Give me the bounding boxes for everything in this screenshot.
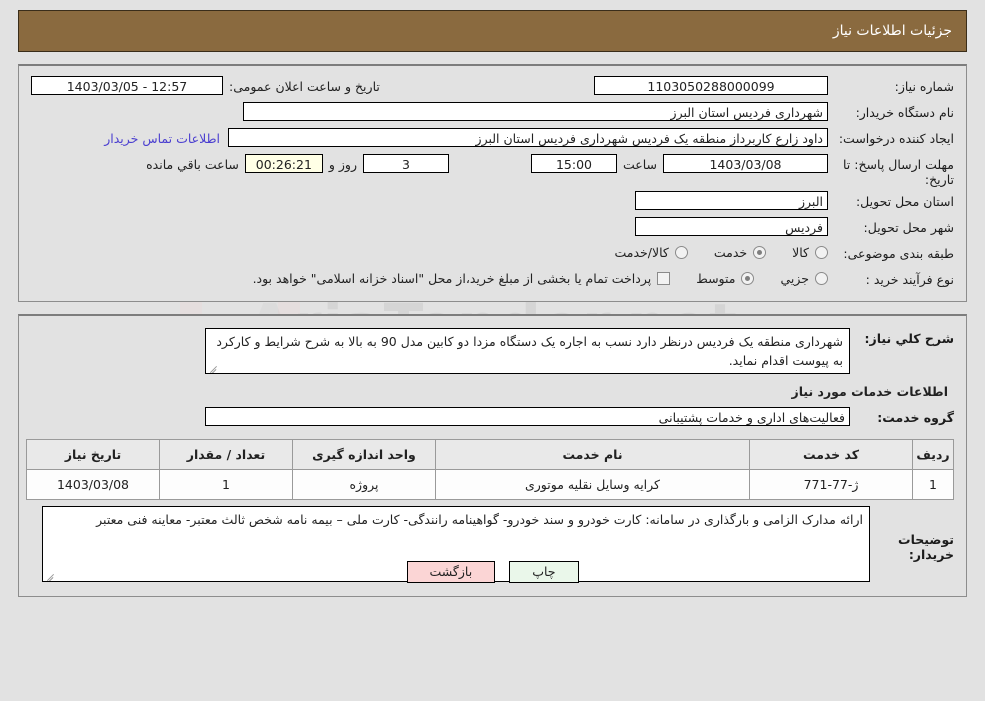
footer-actions: چاپ بازگشت [0,561,985,583]
row-creator: ایجاد کننده درخواست: داود زارع کاربرداز … [31,128,954,150]
checkbox-icon[interactable] [657,272,671,285]
process-option-motevaset[interactable]: متوسط [696,271,755,286]
remaining-time-value: 00:26:21 [244,154,323,173]
process-type-label: نوع فرآیند خرید : [865,272,954,287]
category-option-khedmat[interactable]: خدمت [713,245,767,260]
process-option-jozee[interactable]: جزیي [780,271,828,286]
services-table: ردیف کد خدمت نام خدمت واحد اندازه گیری ت… [26,439,954,500]
category-option-kala-khedmat[interactable]: کالا/خدمت [614,245,688,260]
creator-label: ایجاد کننده درخواست: [838,131,954,146]
th-radif: ردیف [912,439,954,470]
public-announce-value: 12:57 - 1403/03/05 [31,76,223,95]
cell-service-name: کرایه وسایل نقلیه موتوری [435,469,750,500]
resize-handle-icon[interactable] [208,362,218,372]
th-service-code: کد خدمت [749,439,913,470]
table-header-row: ردیف کد خدمت نام خدمت واحد اندازه گیری ت… [26,439,954,470]
city-value: فردیس [635,217,828,236]
cell-service-code: ژ-77-771 [749,469,913,500]
category-option-label: خدمت [713,245,748,260]
radio-icon[interactable] [815,272,828,285]
remaining-days-label: روز و [328,157,357,172]
print-button[interactable]: چاپ [509,561,579,583]
city-label: شهر محل تحویل: [863,220,954,235]
process-option-label: متوسط [696,271,736,286]
deadline-hour-value: 15:00 [530,154,617,173]
public-announce-label: تاریخ و ساعت اعلان عمومی: [229,79,380,94]
row-summary: شرح کلي نیاز: شهرداری منطقه یک فردیس درن… [31,328,954,374]
buyer-notes-label: توضیحات خریدار: [898,532,954,562]
buyer-contact-link[interactable]: اطلاعات تماس خریدار [96,128,228,149]
cell-quantity: 1 [159,469,293,500]
hour-label: ساعت [622,157,657,172]
cell-unit: پروژه [292,469,436,500]
treasury-checkbox-option[interactable]: پرداخت تمام یا بخشی از مبلغ خرید،از محل … [253,271,671,286]
treasury-checkbox-label: پرداخت تمام یا بخشی از مبلغ خرید،از محل … [252,271,652,286]
buyer-notes-text: ارائه مدارک الزامی و بارگذاری در سامانه:… [96,512,863,527]
row-deadline: مهلت ارسال پاسخ: تا تاریخ: 1403/03/08 سا… [31,154,954,187]
province-label: استان محل تحویل: [855,194,954,209]
row-category: طبقه بندی موضوعی: کالا خدمت کالا/خدمت [31,243,954,265]
page-root: جزئیات اطلاعات نیاز شماره نیاز: 11030502… [0,10,985,597]
summary-text: شهرداری منطقه یک فردیس درنظر دارد نسب به… [216,334,843,368]
buyer-org-value: شهرداری فردیس استان البرز [243,102,828,121]
need-number-value: 1103050288000099 [594,76,828,95]
summary-textarea[interactable]: شهرداری منطقه یک فردیس درنظر دارد نسب به… [205,328,850,374]
process-option-label: جزیي [780,271,809,286]
row-process-type: نوع فرآیند خرید : جزیي متوسط پرداخت تمام… [31,269,954,291]
th-unit: واحد اندازه گیری [292,439,436,470]
province-value: البرز [635,191,828,210]
cell-radif: 1 [912,469,954,500]
row-service-group: گروه خدمت: فعالیت‌های اداری و خدمات پشتی… [31,407,954,429]
category-label: طبقه بندی موضوعی: [843,246,954,261]
services-section-title: اطلاعات خدمات مورد نیاز [791,384,949,399]
buyer-org-label: نام دستگاه خریدار: [855,105,954,120]
th-service-name: نام خدمت [435,439,750,470]
service-group-label: گروه خدمت: [877,410,954,425]
deadline-date-value: 1403/03/08 [663,154,828,173]
cell-need-date: 1403/03/08 [26,469,160,500]
deadline-label: مهلت ارسال پاسخ: تا تاریخ: [843,157,954,187]
radio-icon[interactable] [815,246,828,259]
radio-selected-icon[interactable] [741,272,755,285]
service-group-value: فعالیت‌های اداری و خدمات پشتیبانی [205,407,850,426]
need-details-panel: شرح کلي نیاز: شهرداری منطقه یک فردیس درن… [18,314,967,597]
row-province: استان محل تحویل: البرز [31,191,954,213]
need-number-label: شماره نیاز: [894,79,954,94]
summary-label: شرح کلي نیاز: [864,331,954,346]
need-info-panel: شماره نیاز: 1103050288000099 تاریخ و ساع… [18,64,967,302]
remaining-time-label: ساعت باقي مانده [146,157,239,172]
row-city: شهر محل تحویل: فردیس [31,217,954,239]
category-option-label: کالا/خدمت [614,245,669,260]
radio-icon[interactable] [674,246,688,259]
radio-selected-icon[interactable] [753,246,767,259]
page-header-bar: جزئیات اطلاعات نیاز [18,10,967,52]
th-quantity: تعداد / مقدار [159,439,293,470]
remaining-days-value: 3 [362,154,449,173]
th-need-date: تاریخ نیاز [26,439,160,470]
page-title: جزئیات اطلاعات نیاز [832,23,952,39]
back-button[interactable]: بازگشت [406,561,496,583]
row-need-number: شماره نیاز: 1103050288000099 تاریخ و ساع… [31,76,954,98]
category-option-label: کالا [792,245,809,260]
category-option-kala[interactable]: کالا [792,245,828,260]
creator-value: داود زارع کاربرداز منطقه یک فردیس شهردار… [228,128,828,147]
row-buyer-org: نام دستگاه خریدار: شهرداری فردیس استان ا… [31,102,954,124]
table-row: 1 ژ-77-771 کرایه وسایل نقلیه موتوری پروژ… [26,469,954,500]
